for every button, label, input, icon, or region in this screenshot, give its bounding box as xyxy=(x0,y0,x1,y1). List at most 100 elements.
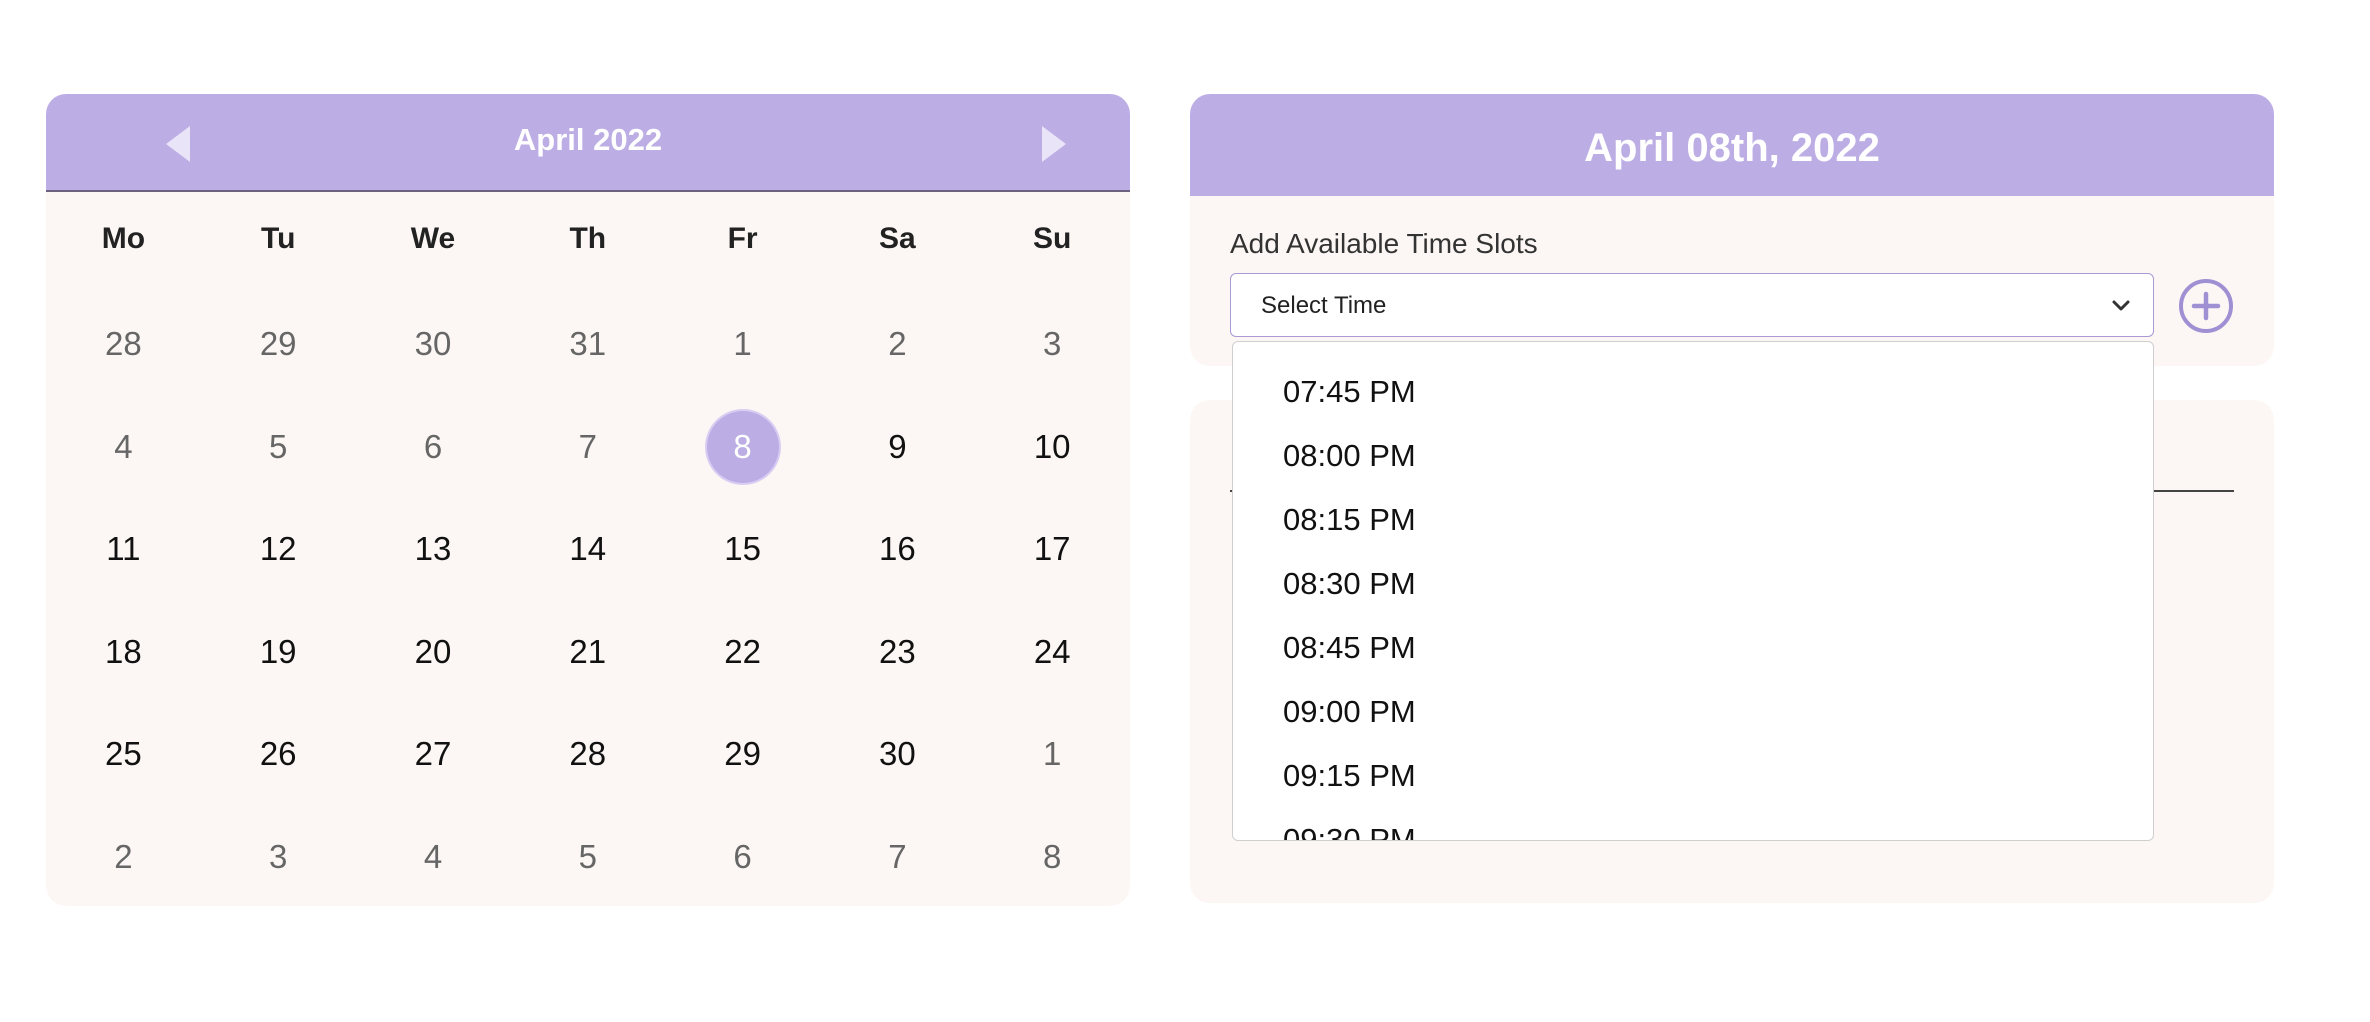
calendar-day[interactable]: 30 xyxy=(820,703,975,806)
calendar-day-number: 6 xyxy=(733,837,752,875)
calendar-day-number: 5 xyxy=(269,427,288,465)
triangle-right-icon xyxy=(1042,126,1066,162)
calendar-day[interactable]: 1 xyxy=(975,703,1130,806)
calendar-day[interactable]: 1 xyxy=(665,293,820,396)
calendar-day-number: 19 xyxy=(259,632,297,670)
calendar-day-number: 17 xyxy=(1033,530,1071,568)
calendar-day-number: 29 xyxy=(724,735,761,773)
calendar-day[interactable]: 10 xyxy=(975,396,1130,499)
calendar-day-number: 22 xyxy=(724,632,761,670)
calendar-day-number: 3 xyxy=(269,837,288,875)
calendar-day[interactable]: 2 xyxy=(820,293,975,396)
weekday-label: Mo xyxy=(101,222,146,255)
calendar-day-number: 7 xyxy=(578,427,597,465)
calendar-day-number: 15 xyxy=(724,530,761,568)
calendar-day[interactable]: 9 xyxy=(820,396,975,499)
calendar-day[interactable]: 24 xyxy=(975,601,1130,704)
time-option[interactable]: 08:45 PM xyxy=(1233,616,2153,680)
calendar-day-number: 23 xyxy=(879,632,916,670)
add-time-slot-button[interactable] xyxy=(2178,278,2234,334)
calendar-day[interactable]: 22 xyxy=(665,601,820,704)
calendar-day-number: 18 xyxy=(105,632,142,670)
calendar-day[interactable]: 14 xyxy=(510,498,665,601)
calendar-day[interactable]: 13 xyxy=(356,498,511,601)
weekday-label: Sa xyxy=(879,222,916,255)
calendar-header: April 2022 xyxy=(46,94,1130,192)
calendar-grid: 28 29 30 31 1 2 3 4 5 6 7 8 9 10 11 12 13 14 15 16 17 18 19 20 2… xyxy=(46,293,1130,906)
calendar-day[interactable]: 28 xyxy=(46,293,201,396)
calendar-day-number: 11 xyxy=(106,530,141,568)
calendar-month-title: April 2022 xyxy=(513,122,663,157)
calendar-week-row: 25 26 27 28 29 30 1 xyxy=(46,703,1130,806)
calendar-day[interactable]: 20 xyxy=(356,601,511,704)
next-month-button[interactable] xyxy=(1034,124,1074,164)
time-option[interactable]: 09:30 PM xyxy=(1233,808,2153,840)
time-slots-label: Add Available Time Slots xyxy=(1230,228,1538,259)
time-option[interactable]: 08:00 PM xyxy=(1233,424,2153,488)
calendar-day-number: 24 xyxy=(1033,632,1071,670)
calendar-day-number: 8 xyxy=(706,410,779,483)
calendar-day[interactable]: 7 xyxy=(510,396,665,499)
calendar-day[interactable]: 3 xyxy=(975,293,1130,396)
calendar-day-number: 8 xyxy=(1043,837,1062,875)
calendar-day-selected[interactable]: 8 xyxy=(665,396,820,499)
calendar-day[interactable]: 19 xyxy=(201,601,356,704)
weekday-label: Th xyxy=(569,222,607,255)
calendar-day[interactable]: 3 xyxy=(201,806,356,907)
chevron-down-icon xyxy=(2112,300,2130,311)
calendar-day-number: 13 xyxy=(414,530,452,568)
time-option[interactable]: 08:15 PM xyxy=(1233,488,2153,552)
calendar-day[interactable]: 11 xyxy=(46,498,201,601)
calendar-day-number: 7 xyxy=(888,837,907,875)
calendar-day[interactable]: 6 xyxy=(356,396,511,499)
time-option[interactable]: 08:30 PM xyxy=(1233,552,2153,616)
calendar-day-number: 2 xyxy=(114,837,133,875)
calendar-day[interactable]: 29 xyxy=(201,293,356,396)
calendar-day[interactable]: 5 xyxy=(510,806,665,907)
calendar-day-number: 16 xyxy=(879,530,916,568)
calendar-day[interactable]: 30 xyxy=(356,293,511,396)
calendar-day[interactable]: 18 xyxy=(46,601,201,704)
calendar-day-number: 30 xyxy=(879,735,916,773)
calendar-day[interactable]: 28 xyxy=(510,703,665,806)
weekday-label: Tu xyxy=(260,222,296,255)
calendar-day[interactable]: 7 xyxy=(820,806,975,907)
calendar-day[interactable]: 25 xyxy=(46,703,201,806)
calendar-day[interactable]: 23 xyxy=(820,601,975,704)
calendar-week-row: 4 5 6 7 8 9 10 xyxy=(46,396,1130,499)
calendar-day-number: 1 xyxy=(1043,735,1062,773)
calendar-day[interactable]: 12 xyxy=(201,498,356,601)
time-select[interactable]: Select Time xyxy=(1230,273,2154,337)
calendar-day[interactable]: 29 xyxy=(665,703,820,806)
calendar-day[interactable]: 6 xyxy=(665,806,820,907)
time-options-list: 07:45 PM 08:00 PM 08:15 PM 08:30 PM 08:45 PM… xyxy=(1233,360,2153,840)
calendar-day[interactable]: 16 xyxy=(820,498,975,601)
calendar-day-number: 14 xyxy=(569,530,607,568)
calendar-day-number: 3 xyxy=(1043,325,1062,363)
time-options-dropdown[interactable]: 07:45 PM 08:00 PM 08:15 PM 08:30 PM 08:45 PM… xyxy=(1232,341,2154,841)
calendar-day[interactable]: 27 xyxy=(356,703,511,806)
time-option[interactable]: 07:45 PM xyxy=(1233,360,2153,424)
calendar-day[interactable]: 4 xyxy=(46,396,201,499)
weekday-header-row: Mo Tu We Th Fr Sa Su xyxy=(46,222,1130,272)
calendar-day[interactable]: 4 xyxy=(356,806,511,907)
calendar-day-number: 21 xyxy=(569,632,607,670)
calendar-day[interactable]: 2 xyxy=(46,806,201,907)
calendar-day-number: 30 xyxy=(414,325,452,363)
calendar-day[interactable]: 17 xyxy=(975,498,1130,601)
calendar-day[interactable]: 31 xyxy=(510,293,665,396)
calendar-day-number: 1 xyxy=(733,325,752,363)
calendar-day[interactable]: 26 xyxy=(201,703,356,806)
calendar-day[interactable]: 8 xyxy=(975,806,1130,907)
calendar-day-number: 31 xyxy=(569,325,607,363)
calendar-day-number: 25 xyxy=(105,735,142,773)
calendar-week-row: 11 12 13 14 15 16 17 xyxy=(46,498,1130,601)
calendar-day[interactable]: 15 xyxy=(665,498,820,601)
calendar: April 2022 Mo Tu We Th Fr Sa Su 28 29 30 31 1 2 3 4 5 6… xyxy=(46,94,1130,906)
weekday-label: Su xyxy=(1033,222,1072,255)
time-option[interactable]: 09:00 PM xyxy=(1233,680,2153,744)
calendar-day-number: 6 xyxy=(423,427,443,465)
calendar-day[interactable]: 5 xyxy=(201,396,356,499)
time-option[interactable]: 09:15 PM xyxy=(1233,744,2153,808)
calendar-day[interactable]: 21 xyxy=(510,601,665,704)
